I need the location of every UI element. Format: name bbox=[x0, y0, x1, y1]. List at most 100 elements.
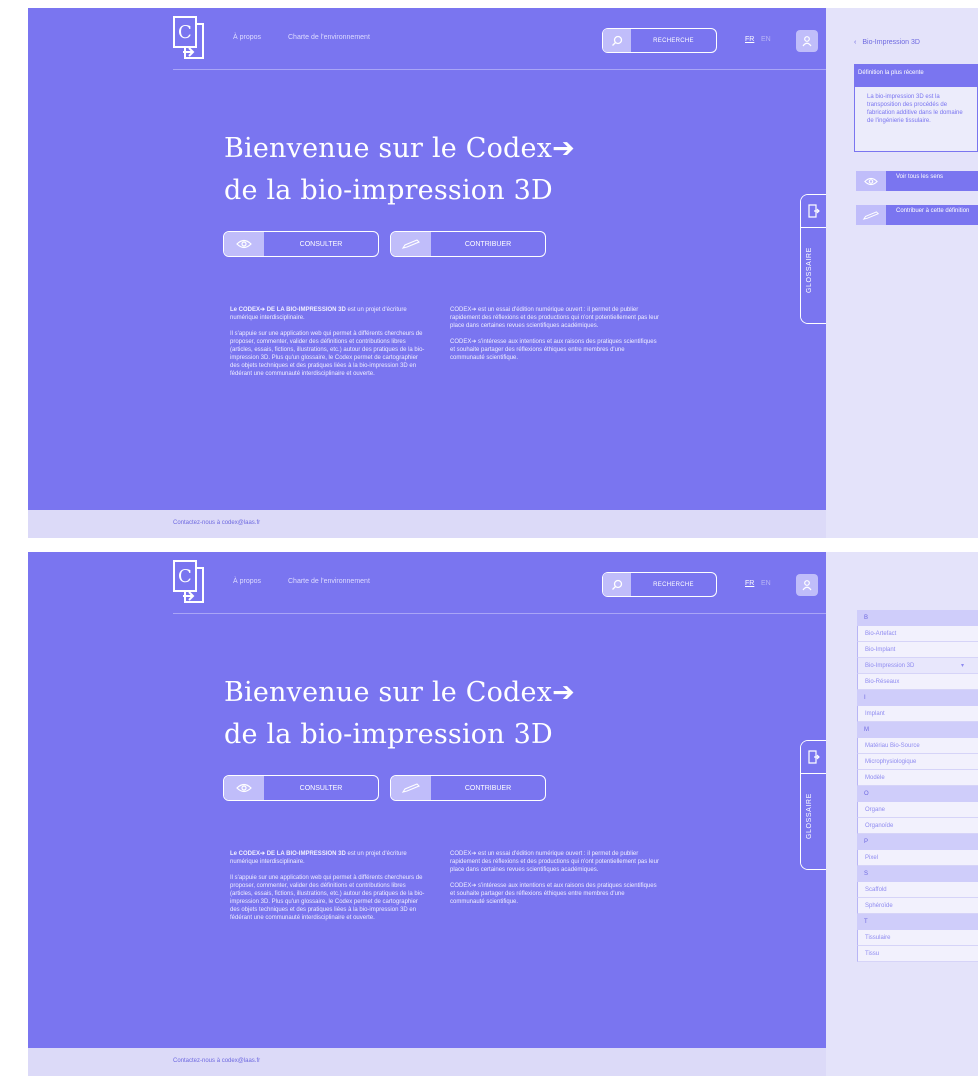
chevron-left-icon: ‹ bbox=[854, 39, 857, 46]
glossary-tab[interactable]: GLOSSAIRE bbox=[800, 740, 826, 870]
user-icon bbox=[802, 580, 812, 591]
glossary-term[interactable]: Bio-Impression 3D ▾ bbox=[857, 658, 978, 674]
header-divider bbox=[173, 69, 826, 70]
view-all-label: Voir tous les sens bbox=[886, 171, 978, 191]
search-button[interactable]: RECHERCHE bbox=[602, 572, 717, 597]
main-area: C À propos Charte de l'environnement REC… bbox=[28, 8, 826, 510]
title-line-2: de la bio-impression 3D bbox=[224, 719, 553, 750]
glossary-term[interactable]: Organe bbox=[857, 802, 978, 818]
definition-header: Définition la plus récente bbox=[854, 64, 978, 86]
nav-charte[interactable]: Charte de l'environnement bbox=[288, 578, 370, 585]
glossary-row-label: S bbox=[864, 871, 869, 877]
glossary-row-label: Sphéroïde bbox=[865, 903, 893, 909]
contribute-button[interactable]: CONTRIBUER bbox=[390, 231, 546, 257]
search-label: RECHERCHE bbox=[653, 37, 694, 44]
footer: Contactez-nous à codex@laas.fr bbox=[28, 510, 826, 538]
glossary-row-label: Bio-Impression 3D bbox=[865, 663, 915, 669]
glossary-term[interactable]: Tissu bbox=[857, 946, 978, 962]
screenshot-bottom: C À propos Charte de l'environnement REC… bbox=[0, 552, 978, 1076]
glossary-row-label: Microphysiologique bbox=[865, 759, 917, 765]
user-account-button[interactable] bbox=[796, 574, 818, 596]
title-line-2: de la bio-impression 3D bbox=[224, 175, 553, 206]
nav-charte[interactable]: Charte de l'environnement bbox=[288, 34, 370, 41]
glossary-term[interactable]: Implant bbox=[857, 706, 978, 722]
glossary-tab-body bbox=[801, 773, 826, 869]
pencil-icon bbox=[391, 232, 431, 256]
intro-paragraph-3: CODEX➔ est un essai d'édition numérique … bbox=[450, 851, 659, 873]
glossary-row-label: Bio-Implant bbox=[865, 647, 896, 653]
glossary-term[interactable]: Bio-Réseaux bbox=[857, 674, 978, 690]
glossary-row-label: M bbox=[864, 727, 869, 733]
eye-icon bbox=[856, 171, 886, 191]
glossary-letter-header: P bbox=[857, 834, 978, 850]
intro-left-column: Le CODEX➔ DE LA BIO-IMPRESSION 3D est un… bbox=[230, 306, 428, 386]
glossary-term[interactable]: Pixel bbox=[857, 850, 978, 866]
consult-button[interactable]: CONSULTER bbox=[223, 775, 379, 801]
user-icon bbox=[802, 36, 812, 47]
glossary-row-label: T bbox=[864, 919, 868, 925]
glossary-term[interactable]: Scaffold bbox=[857, 882, 978, 898]
glossary-term[interactable]: Bio-Artefact bbox=[857, 626, 978, 642]
glossary-row-label: Tissu bbox=[865, 951, 880, 957]
footer-contact[interactable]: Contactez-nous à codex@laas.fr bbox=[173, 1058, 260, 1064]
lang-fr-link[interactable]: FR bbox=[745, 36, 754, 43]
glossary-row-label: I bbox=[864, 695, 866, 701]
intro-paragraph-2: Il s'appuie sur une application web qui … bbox=[230, 875, 425, 921]
glossary-term[interactable]: Matériau Bio-Source bbox=[857, 738, 978, 754]
glossary-term[interactable]: Bio-Implant bbox=[857, 642, 978, 658]
lang-en-link[interactable]: EN bbox=[761, 580, 771, 587]
search-icon bbox=[603, 29, 631, 52]
back-link[interactable]: ‹ Bio-Impression 3D bbox=[854, 39, 920, 46]
glossary-term[interactable]: Sphéroïde bbox=[857, 898, 978, 914]
back-label: Bio-Impression 3D bbox=[862, 39, 920, 46]
glossary-tab[interactable]: GLOSSAIRE bbox=[800, 194, 826, 324]
eye-icon bbox=[224, 232, 264, 256]
consult-button[interactable]: CONSULTER bbox=[223, 231, 379, 257]
lang-en-link[interactable]: EN bbox=[761, 36, 771, 43]
intro-paragraph-3: CODEX➔ est un essai d'édition numérique … bbox=[450, 307, 659, 329]
collapse-panel-icon bbox=[801, 195, 826, 227]
glossary-row-label: Implant bbox=[865, 711, 885, 717]
footer-contact[interactable]: Contactez-nous à codex@laas.fr bbox=[173, 520, 260, 526]
intro-paragraph-1: Le CODEX➔ DE LA BIO-IMPRESSION 3D est un… bbox=[230, 850, 428, 866]
glossary-letter-header: B bbox=[857, 610, 978, 626]
glossary-row-label: B bbox=[864, 615, 869, 621]
nav-apropos[interactable]: À propos bbox=[233, 578, 261, 585]
search-icon bbox=[603, 573, 631, 596]
glossary-letter-header: M bbox=[857, 722, 978, 738]
glossary-tab-body bbox=[801, 227, 826, 323]
glossary-row-label: Bio-Artefact bbox=[865, 631, 897, 637]
codex-logo[interactable]: C bbox=[173, 560, 207, 604]
glossary-row-label: Tissulaire bbox=[865, 935, 891, 941]
title-line-1: Bienvenue sur le Codex➔ bbox=[224, 133, 575, 164]
intro-right-column: CODEX➔ est un essai d'édition numérique … bbox=[450, 850, 660, 914]
glossary-term[interactable]: Organoïde bbox=[857, 818, 978, 834]
contribute-button[interactable]: CONTRIBUER bbox=[390, 775, 546, 801]
svg-text:C: C bbox=[178, 566, 192, 587]
lang-fr-link[interactable]: FR bbox=[745, 580, 754, 587]
glossary-list: B Bio-Artefact Bio-Implant Bio-Impression 3… bbox=[857, 610, 978, 962]
search-label: RECHERCHE bbox=[653, 581, 694, 588]
codex-logo[interactable]: C bbox=[173, 16, 207, 60]
glossary-letter-header: I bbox=[857, 690, 978, 706]
svg-text:C: C bbox=[178, 22, 192, 43]
consult-label: CONSULTER bbox=[299, 240, 343, 248]
intro-paragraph-4: CODEX➔ s'intéresse aux intentions et aux… bbox=[450, 339, 657, 361]
intro-paragraph-1: Le CODEX➔ DE LA BIO-IMPRESSION 3D est un… bbox=[230, 306, 428, 322]
title-line-1: Bienvenue sur le Codex➔ bbox=[224, 677, 575, 708]
glossary-term[interactable]: Modèle bbox=[857, 770, 978, 786]
nav-apropos[interactable]: À propos bbox=[233, 34, 261, 41]
glossary-tab-label: GLOSSAIRE bbox=[806, 793, 813, 839]
glossary-term[interactable]: Microphysiologique bbox=[857, 754, 978, 770]
glossary-row-label: Organoïde bbox=[865, 823, 894, 829]
intro-right-column: CODEX➔ est un essai d'édition numérique … bbox=[450, 306, 660, 370]
contribute-definition-button[interactable]: Contribuer à cette définition bbox=[856, 205, 978, 225]
screenshot-top: C À propos Charte de l'environnement REC… bbox=[0, 8, 978, 538]
view-all-senses-button[interactable]: Voir tous les sens bbox=[856, 171, 978, 191]
glossary-row-label: Pixel bbox=[865, 855, 879, 861]
contribute-label: CONTRIBUER bbox=[464, 784, 512, 792]
glossary-term[interactable]: Tissulaire bbox=[857, 930, 978, 946]
intro-bold: Le CODEX➔ DE LA BIO-IMPRESSION 3D bbox=[230, 307, 346, 313]
search-button[interactable]: RECHERCHE bbox=[602, 28, 717, 53]
user-account-button[interactable] bbox=[796, 30, 818, 52]
